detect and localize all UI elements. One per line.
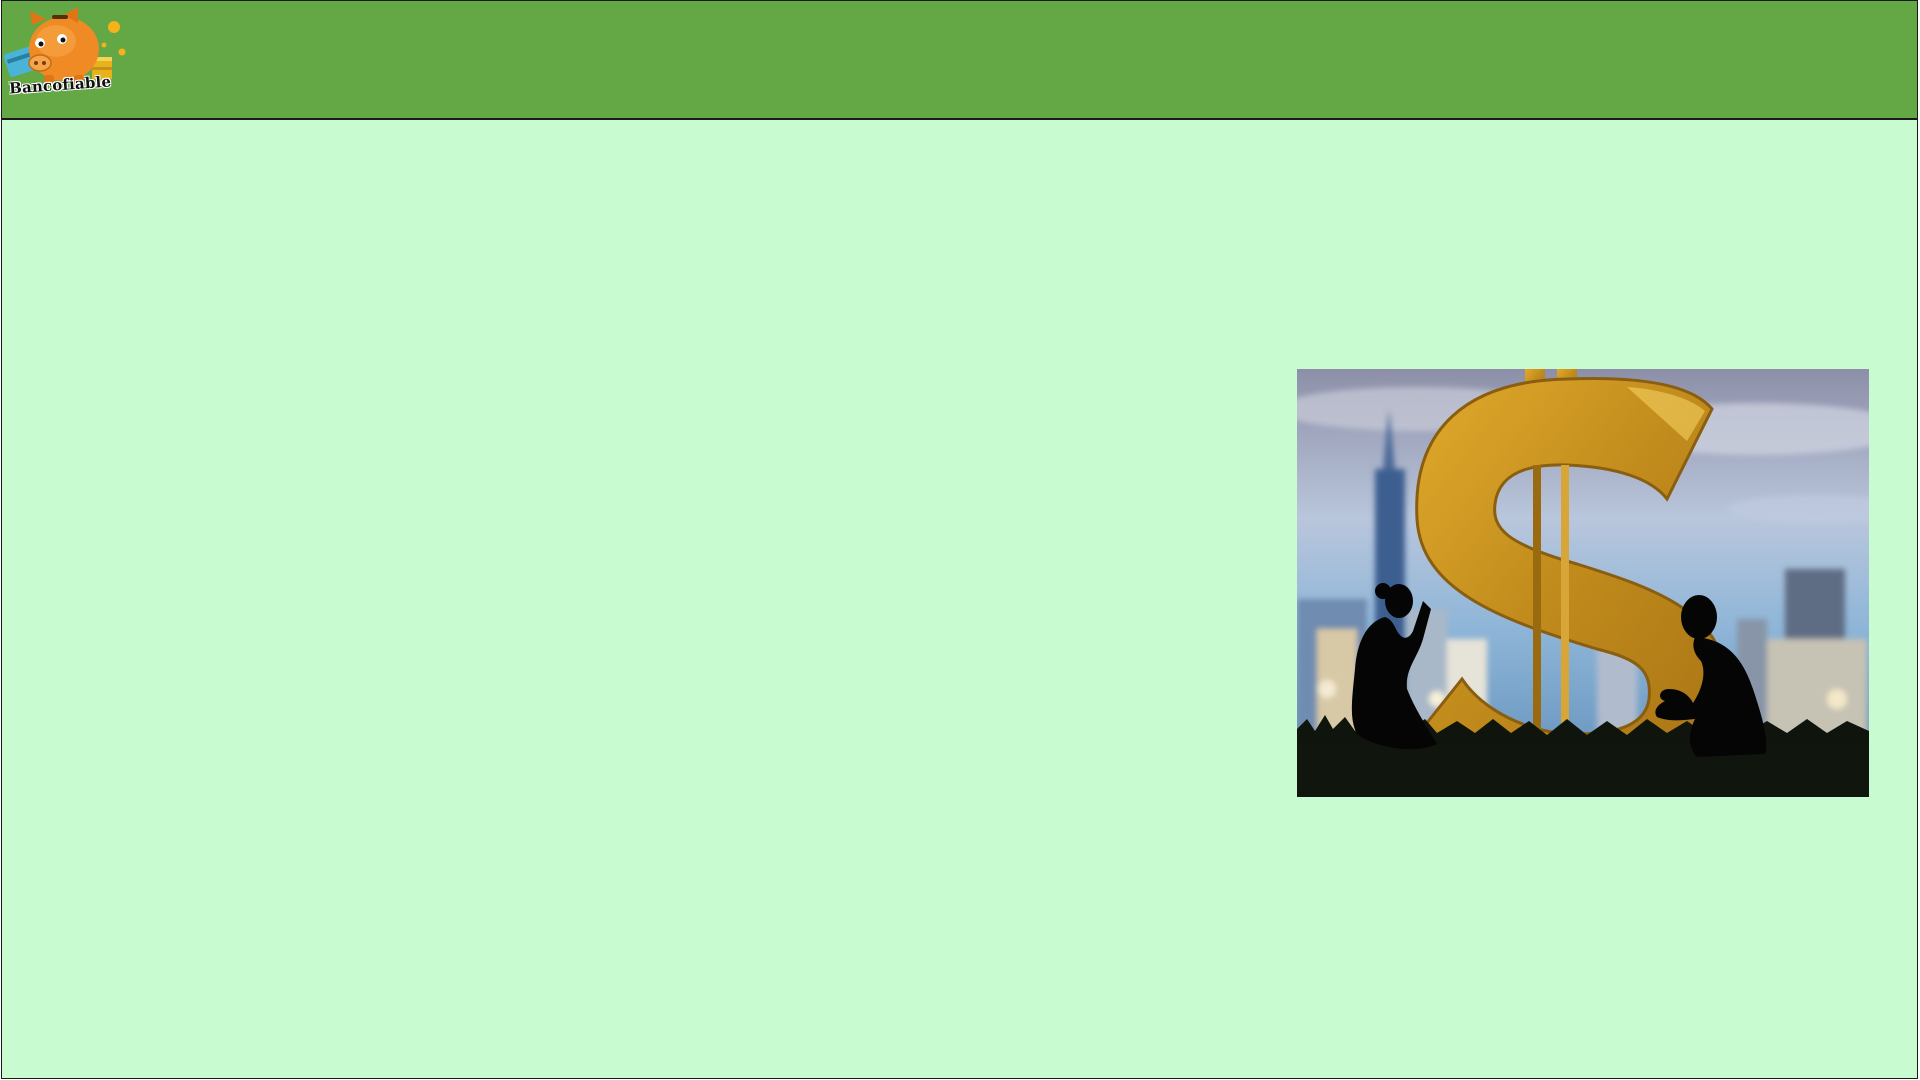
header-bar: Bancofiable xyxy=(2,1,1917,120)
page-frame: Bancofiable xyxy=(1,0,1918,1079)
dollar-sign-icon xyxy=(1297,369,1869,797)
brand-logo[interactable]: Bancofiable xyxy=(4,5,128,101)
hero-image xyxy=(1297,369,1869,797)
